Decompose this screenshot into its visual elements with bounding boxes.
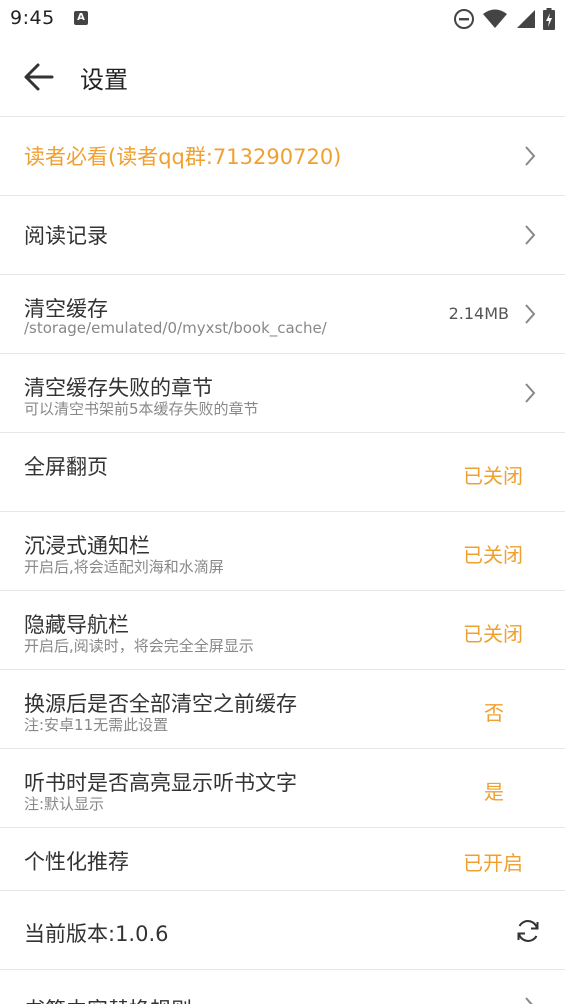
notification-app-icon: A [74,11,88,25]
status-bar: 9:45 A [0,0,565,38]
setting-row-hide-navigation-bar[interactable]: 隐藏导航栏 开启后,阅读时，将会完全全屏显示 已关闭 [0,591,565,669]
row-subtitle: 注:默认显示 [24,795,105,813]
row-title: 书籍内容替换规则 [24,994,192,1004]
chevron-right-icon [525,383,536,403]
row-subtitle: /storage/emulated/0/myxst/book_cache/ [24,319,327,337]
signal-icon [517,10,535,28]
do-not-disturb-icon [454,9,474,29]
toggle-value[interactable]: 已关闭 [463,460,523,489]
toggle-value[interactable]: 已关闭 [463,539,523,568]
setting-row-highlight-tts-text[interactable]: 听书时是否高亮显示听书文字 注:默认显示 是 [0,749,565,827]
setting-row-current-version[interactable]: 当前版本:1.0.6 [0,891,565,969]
toggle-value[interactable]: 已开启 [463,847,523,876]
chevron-right-icon [525,304,536,324]
toggle-value[interactable]: 已关闭 [463,618,523,647]
setting-row-reader-notice[interactable]: 读者必看(读者qq群:713290720) [0,117,565,195]
setting-row-personalized-recommendation[interactable]: 个性化推荐 已开启 [0,828,565,890]
setting-row-clear-cache-on-source-change[interactable]: 换源后是否全部清空之前缓存 注:安卓11无需此设置 否 [0,670,565,748]
chevron-right-icon [525,146,536,166]
toggle-value[interactable]: 是 [484,776,504,805]
cache-size: 2.14MB [448,304,509,323]
back-arrow-icon[interactable] [22,60,56,94]
toggle-value[interactable]: 否 [484,697,504,726]
setting-row-content-replacement-rules[interactable]: 书籍内容替换规则 [0,970,565,1004]
row-subtitle: 可以清空书架前5本缓存失败的章节 [24,400,259,418]
chevron-right-icon [525,225,536,245]
setting-row-clear-cache[interactable]: 清空缓存 /storage/emulated/0/myxst/book_cach… [0,275,565,353]
wifi-icon [483,9,507,28]
row-title: 读者必看(读者qq群:713290720) [24,145,342,169]
row-title: 阅读记录 [24,224,108,248]
row-subtitle: 注:安卓11无需此设置 [24,716,169,734]
page-title: 设置 [80,66,128,94]
app-bar: 设置 [0,38,565,116]
refresh-icon[interactable] [515,918,541,944]
setting-row-clear-failed-chapters[interactable]: 清空缓存失败的章节 可以清空书架前5本缓存失败的章节 [0,354,565,432]
status-time: 9:45 [10,7,55,29]
battery-charging-icon [543,8,555,30]
chevron-right-icon [525,997,533,1004]
row-title: 个性化推荐 [24,850,129,874]
setting-row-reading-history[interactable]: 阅读记录 [0,196,565,274]
status-icons [453,8,555,30]
setting-row-fullscreen-page-turn[interactable]: 全屏翻页 已关闭 [0,433,565,511]
row-subtitle: 开启后,阅读时，将会完全全屏显示 [24,637,254,655]
row-subtitle: 开启后,将会适配刘海和水滴屏 [24,558,224,576]
row-title: 全屏翻页 [24,455,108,479]
row-title: 当前版本:1.0.6 [24,922,169,946]
setting-row-immersive-status-bar[interactable]: 沉浸式通知栏 开启后,将会适配刘海和水滴屏 已关闭 [0,512,565,590]
